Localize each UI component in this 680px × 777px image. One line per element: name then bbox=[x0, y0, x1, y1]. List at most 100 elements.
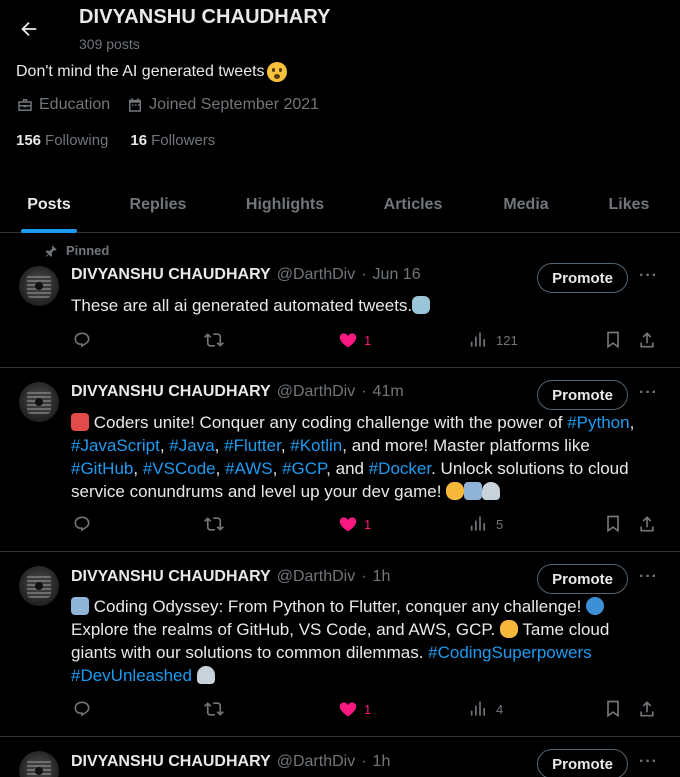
author-handle[interactable]: @DarthDiv bbox=[277, 568, 355, 586]
avatar[interactable] bbox=[19, 382, 59, 422]
like-button[interactable]: 1 bbox=[338, 514, 371, 534]
share-button[interactable] bbox=[637, 514, 657, 534]
tab-likes[interactable]: Likes bbox=[578, 177, 680, 233]
followers-label: Followers bbox=[151, 132, 216, 149]
tweet[interactable]: DIVYANSHU CHAUDHARY @DarthDiv · 41m Prom… bbox=[0, 368, 680, 552]
reply-icon bbox=[74, 701, 90, 717]
active-tab-indicator bbox=[21, 229, 77, 233]
view-count: 4 bbox=[496, 701, 504, 717]
briefcase-icon bbox=[18, 99, 32, 111]
tweet-time[interactable]: 1h bbox=[373, 753, 391, 771]
author-handle[interactable]: @DarthDiv bbox=[277, 266, 355, 284]
promote-button[interactable]: Promote bbox=[537, 380, 628, 410]
rocket-emoji-icon bbox=[482, 482, 501, 500]
hashtag-link[interactable]: #CodingSuperpowers bbox=[428, 643, 592, 662]
views-button[interactable]: 4 bbox=[470, 699, 503, 719]
tweet[interactable]: Pinned DIVYANSHU CHAUDHARY @DarthDiv · J… bbox=[0, 234, 680, 368]
more-options-icon[interactable]: ··· bbox=[639, 753, 658, 771]
profile-category: Education bbox=[16, 96, 110, 114]
repost-button[interactable] bbox=[204, 330, 224, 350]
author-name[interactable]: DIVYANSHU CHAUDHARY bbox=[71, 753, 271, 771]
tweet-time[interactable]: 1h bbox=[373, 568, 391, 586]
reply-button[interactable] bbox=[72, 330, 92, 350]
reply-icon bbox=[74, 332, 90, 348]
tab-articles[interactable]: Articles bbox=[352, 177, 474, 233]
tab-replies[interactable]: Replies bbox=[98, 177, 218, 233]
bio-text: Don't mind the AI generated tweets bbox=[16, 63, 265, 80]
tab-label: Likes bbox=[608, 196, 650, 213]
hashtag-link[interactable]: #Java bbox=[169, 436, 214, 455]
profile-header: DIVYANSHU CHAUDHARY 309 posts bbox=[0, 0, 680, 58]
author-name[interactable]: DIVYANSHU CHAUDHARY bbox=[71, 383, 271, 401]
reply-button[interactable] bbox=[72, 699, 92, 719]
back-button[interactable] bbox=[14, 14, 44, 44]
tab-highlights[interactable]: Highlights bbox=[218, 177, 352, 233]
share-button[interactable] bbox=[637, 330, 657, 350]
avatar[interactable] bbox=[19, 566, 59, 606]
like-button[interactable]: 1 bbox=[338, 699, 371, 719]
author-name[interactable]: DIVYANSHU CHAUDHARY bbox=[71, 266, 271, 284]
profile-bio: Don't mind the AI generated tweets bbox=[16, 62, 287, 82]
pinned-indicator: Pinned bbox=[44, 243, 109, 258]
calendar-icon bbox=[129, 98, 142, 112]
tweet-line: #JavaScript, #Java, #Flutter, #Kotlin, a… bbox=[71, 434, 663, 457]
hashtag-link[interactable]: #DevUnleashed bbox=[71, 666, 192, 685]
followers-link[interactable]: 16 Followers bbox=[130, 132, 215, 149]
promote-button[interactable]: Promote bbox=[537, 564, 628, 594]
tweet-text: These are all ai generated automated twe… bbox=[71, 294, 663, 317]
view-count: 121 bbox=[496, 332, 518, 348]
flexed-biceps-emoji-icon bbox=[446, 482, 465, 500]
repost-button[interactable] bbox=[204, 699, 224, 719]
avatar[interactable] bbox=[19, 751, 59, 777]
tab-media[interactable]: Media bbox=[474, 177, 578, 233]
avatar[interactable] bbox=[19, 266, 59, 306]
like-button[interactable]: 1 bbox=[338, 330, 371, 350]
views-button[interactable]: 121 bbox=[470, 330, 518, 350]
separator: · bbox=[361, 266, 367, 283]
followers-count: 16 bbox=[130, 132, 148, 149]
megaphone-emoji-icon bbox=[71, 413, 89, 431]
text-segment: , bbox=[215, 459, 226, 478]
bookmark-button[interactable] bbox=[603, 330, 623, 350]
bookmark-icon bbox=[607, 515, 619, 533]
tweet-line: #DevUnleashed bbox=[71, 664, 663, 687]
tweet-line: Coders unite! Conquer any coding challen… bbox=[71, 411, 663, 434]
following-link[interactable]: 156 Following bbox=[16, 132, 108, 149]
hashtag-link[interactable]: #Docker bbox=[369, 459, 431, 478]
tweet-header: DIVYANSHU CHAUDHARY @DarthDiv · 1h bbox=[71, 753, 390, 771]
hashtag-link[interactable]: #Kotlin bbox=[290, 436, 342, 455]
analytics-icon bbox=[470, 516, 485, 531]
author-name[interactable]: DIVYANSHU CHAUDHARY bbox=[71, 568, 271, 586]
hashtag-link[interactable]: #Flutter bbox=[224, 436, 281, 455]
author-handle[interactable]: @DarthDiv bbox=[277, 753, 355, 771]
tweet[interactable]: DIVYANSHU CHAUDHARY @DarthDiv · 1h Promo… bbox=[0, 552, 680, 737]
tweet-time[interactable]: 41m bbox=[373, 383, 404, 401]
more-options-icon[interactable]: ··· bbox=[639, 267, 658, 285]
globe-emoji-icon bbox=[586, 597, 605, 615]
bookmark-button[interactable] bbox=[603, 699, 623, 719]
tweet-time[interactable]: Jun 16 bbox=[373, 266, 421, 284]
share-button[interactable] bbox=[637, 699, 657, 719]
hashtag-link[interactable]: #AWS bbox=[225, 459, 273, 478]
tweet[interactable]: DIVYANSHU CHAUDHARY @DarthDiv · 1h Promo… bbox=[0, 737, 680, 777]
hashtag-link[interactable]: #GCP bbox=[282, 459, 326, 478]
promote-button[interactable]: Promote bbox=[537, 263, 628, 293]
views-button[interactable]: 5 bbox=[470, 514, 503, 534]
author-handle[interactable]: @DarthDiv bbox=[277, 383, 355, 401]
more-options-icon[interactable]: ··· bbox=[639, 568, 658, 586]
shushing-face-icon bbox=[266, 62, 287, 82]
hashtag-link[interactable]: #Python bbox=[567, 413, 629, 432]
bookmark-button[interactable] bbox=[603, 514, 623, 534]
repost-button[interactable] bbox=[204, 514, 224, 534]
text-segment: Tame cloud bbox=[517, 620, 610, 639]
more-options-icon[interactable]: ··· bbox=[639, 384, 658, 402]
promote-button[interactable]: Promote bbox=[537, 749, 628, 777]
hashtag-link[interactable]: #GitHub bbox=[71, 459, 133, 478]
tab-posts[interactable]: Posts bbox=[0, 177, 98, 233]
tweet-text: Coders unite! Conquer any coding challen… bbox=[71, 411, 663, 503]
hashtag-link[interactable]: #VSCode bbox=[143, 459, 216, 478]
flexed-biceps-emoji-icon bbox=[499, 620, 518, 638]
hashtag-link[interactable]: #JavaScript bbox=[71, 436, 160, 455]
reply-button[interactable] bbox=[72, 514, 92, 534]
following-label: Following bbox=[45, 132, 109, 149]
